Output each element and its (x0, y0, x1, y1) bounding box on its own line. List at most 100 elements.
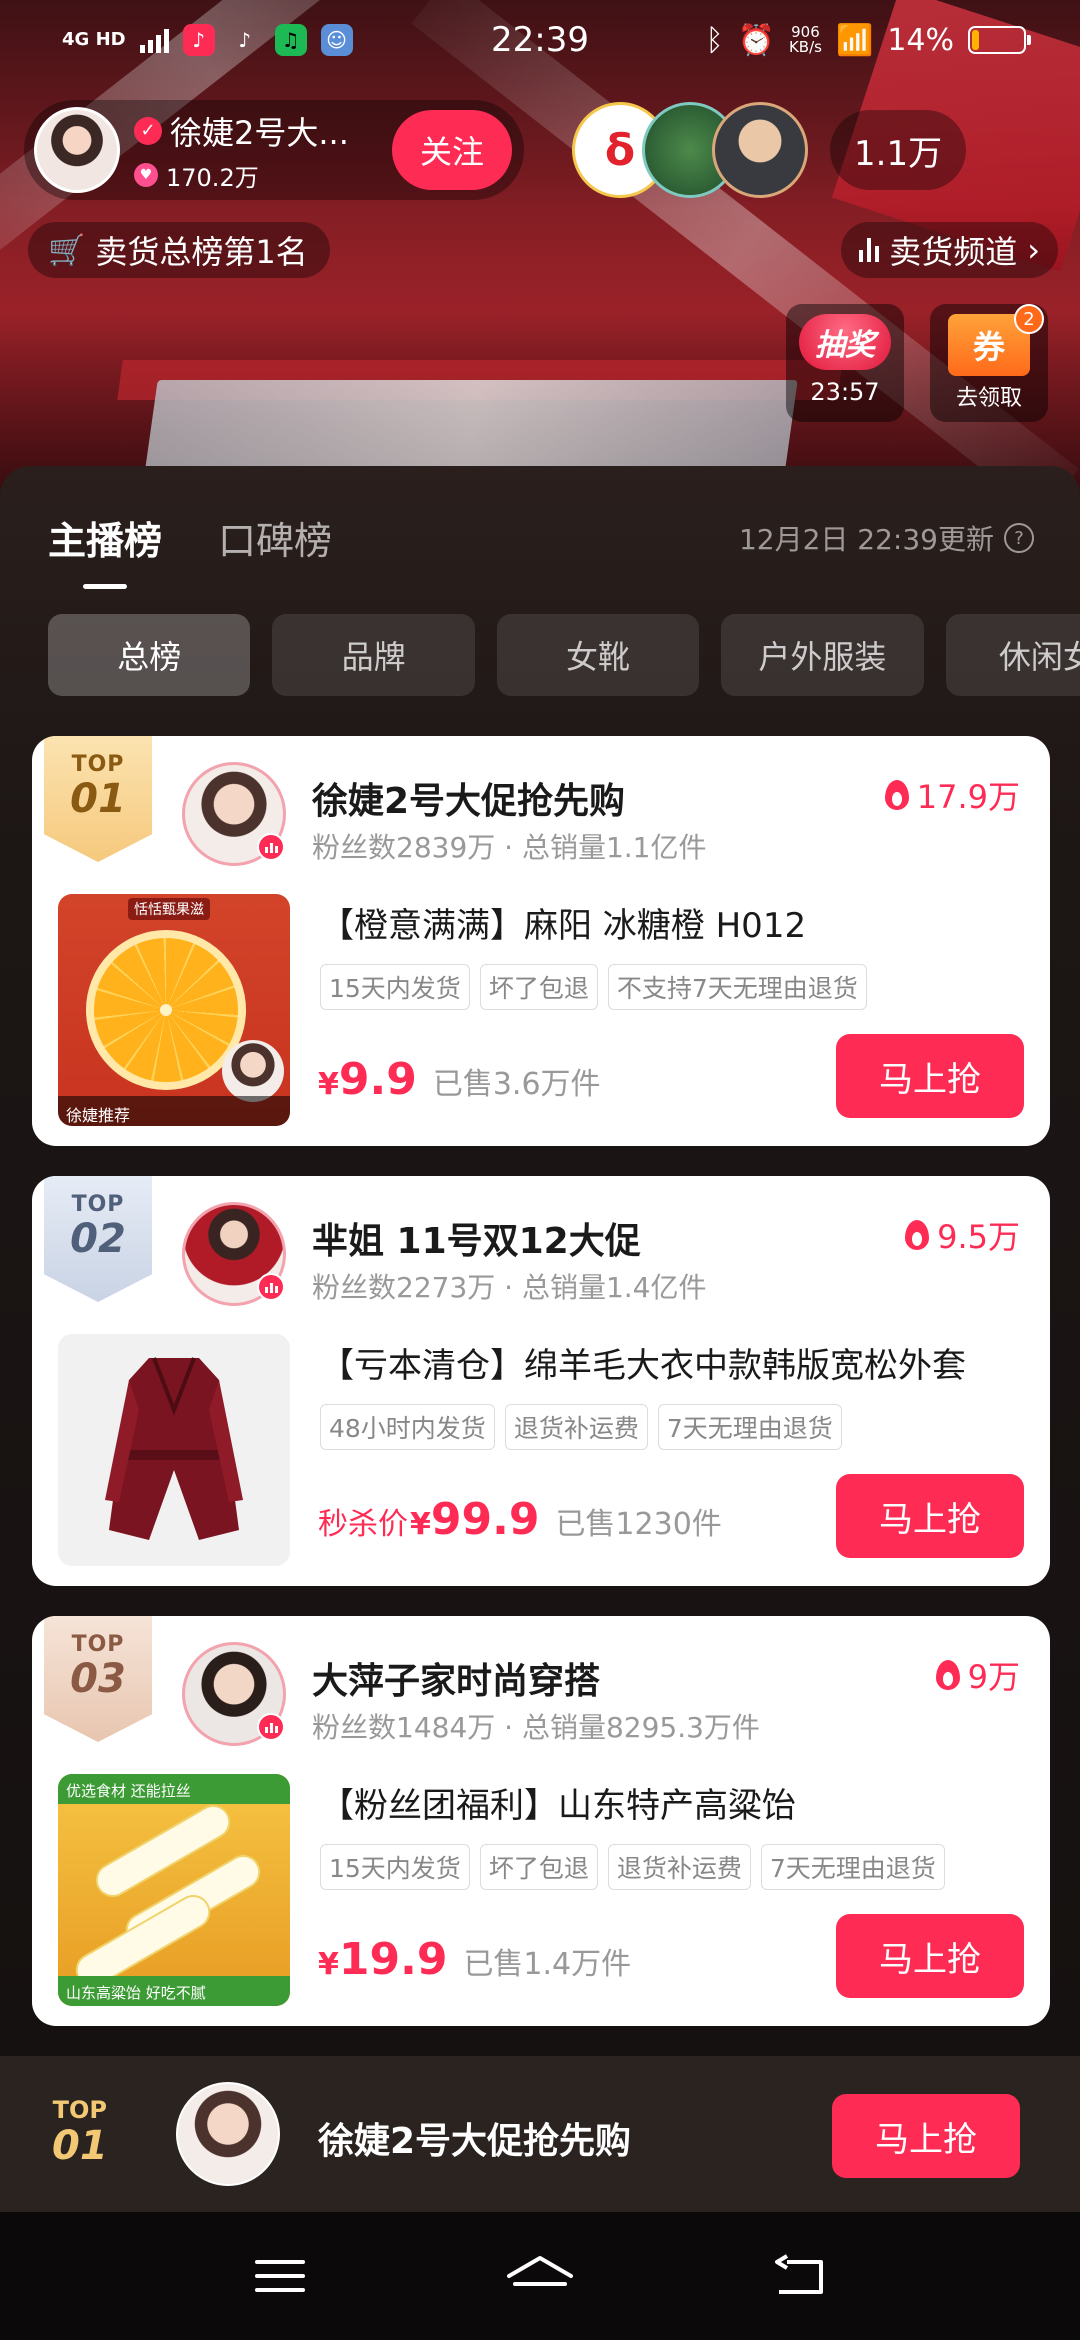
menu-icon[interactable] (240, 2246, 320, 2306)
current-rank-badge: TOP 01 (52, 2096, 108, 2169)
rank-card-2[interactable]: TOP 02 芈姐 11号双12大促 粉丝数2273万 · 总销量1.4亿件 9… (32, 1176, 1050, 1586)
streamer-info-pill[interactable]: ✓ 徐婕2号大... ♥ 170.2万 关注 (24, 100, 524, 200)
streamer-avatar[interactable] (182, 1642, 286, 1746)
product-image-label: 徐婕推荐 (58, 1096, 290, 1126)
buy-now-button[interactable]: 马上抢 (836, 1914, 1024, 1998)
help-icon[interactable]: ? (1004, 523, 1034, 553)
category-brand[interactable]: 品牌 (272, 614, 475, 696)
streamer-stats: 粉丝数2273万 · 总销量1.4亿件 (312, 1271, 707, 1304)
bluetooth-icon: ᛒ (705, 22, 724, 58)
tab-reputation-rank[interactable]: 口碑榜 (218, 510, 332, 565)
sold-count: 已售1230件 (555, 1507, 722, 1542)
buy-now-button[interactable]: 马上抢 (836, 1034, 1024, 1118)
status-bar: 4G HD ♪ ♪ ♫ ☺ 22:39 ᛒ ⏰ 906 KB/s 📶 14% (0, 0, 1080, 80)
buy-now-button[interactable]: 马上抢 (832, 2094, 1020, 2178)
coupon-label: 去领取 (955, 386, 1022, 411)
streamer-stats: 粉丝数2839万 · 总销量1.1亿件 (312, 831, 707, 864)
lottery-icon: 抽奖 (799, 314, 891, 370)
coat-icon (105, 1357, 243, 1540)
streamer-avatar[interactable] (182, 1202, 286, 1306)
category-all[interactable]: 总榜 (48, 614, 251, 696)
heat-score: 9万 (935, 1652, 1020, 1698)
product-tags: 15天内发货 坏了包退 退货补运费 7天无理由退货 (320, 1844, 945, 1890)
buy-now-button[interactable]: 马上抢 (836, 1474, 1024, 1558)
product-image-label: 恬恬甄果滋 (128, 898, 210, 920)
ranking-panel: 主播榜 口碑榜 12月2日 22:39更新 ? 总榜 品牌 女靴 户外服装 休闲… (0, 466, 1080, 2056)
price-row: ¥ 19.9 已售1.4万件 (318, 1934, 632, 1985)
live-indicator-icon (257, 1273, 285, 1301)
product-tags: 15天内发货 坏了包退 不支持7天无理由退货 (320, 964, 867, 1010)
battery-icon (968, 26, 1031, 54)
home-icon[interactable] (500, 2246, 580, 2306)
product-image-label: 优选食材 还能拉丝 (58, 1774, 290, 1804)
price: 9.9 (338, 1054, 417, 1105)
price: 99.9 (430, 1494, 540, 1545)
bar-chart-icon (859, 238, 880, 262)
rank-badge: TOP 03 (44, 1616, 152, 1742)
product-image[interactable]: 恬恬甄果滋 徐婕推荐 (58, 894, 290, 1126)
cart-icon: 🛒 (48, 232, 86, 268)
viewer-avatar[interactable] (712, 102, 808, 198)
viewer-count[interactable]: 1.1万 (830, 110, 967, 190)
product-tag: 不支持7天无理由退货 (607, 964, 867, 1010)
back-icon[interactable] (760, 2246, 840, 2306)
price: 19.9 (338, 1934, 448, 1985)
product-image-label: 山东高粱饴 好吃不腻 (58, 1976, 290, 2006)
signal-icon (139, 27, 169, 53)
rank-card-1[interactable]: TOP 01 徐婕2号大促抢先购 粉丝数2839万 · 总销量1.1亿件 17.… (32, 736, 1050, 1146)
heat-score: 9.5万 (905, 1212, 1020, 1258)
viewer-group[interactable]: δ 1.1万 (572, 100, 967, 200)
current-streamer-title: 徐婕2号大促抢先购 (318, 2121, 632, 2162)
product-tag: 48小时内发货 (320, 1404, 495, 1450)
coupon-widget[interactable]: 券 去领取 2 (930, 304, 1048, 422)
product-tag: 15天内发货 (320, 1844, 470, 1890)
ranking-tabs: 主播榜 口碑榜 (48, 510, 332, 565)
product-title[interactable]: 【亏本清仓】绵羊毛大衣中款韩版宽松外套 (320, 1338, 966, 1387)
network-type: 4G HD (62, 29, 126, 50)
flame-icon (884, 780, 909, 810)
product-tag: 坏了包退 (479, 1844, 598, 1890)
game-app-icon: ☺ (320, 24, 353, 56)
wifi-icon: 📶 (835, 22, 874, 58)
streamer-title[interactable]: 大萍子家时尚穿搭 (312, 1652, 600, 1704)
product-image[interactable]: 优选食材 还能拉丝 山东高粱饴 好吃不腻 (58, 1774, 290, 2006)
coupon-count-badge: 2 (1014, 304, 1044, 334)
price-row: ¥ 9.9 已售3.6万件 (318, 1054, 601, 1105)
chevron-right-icon: › (1027, 231, 1040, 269)
rank-badge: TOP 02 (44, 1176, 152, 1302)
streamer-avatar[interactable] (182, 762, 286, 866)
net-speed: 906 KB/s (788, 23, 822, 56)
follow-button[interactable]: 关注 (392, 110, 512, 190)
streamer-name: 徐婕2号大... (170, 113, 349, 152)
alarm-icon: ⏰ (737, 22, 775, 58)
product-tag: 退货补运费 (504, 1404, 648, 1450)
streamer-avatar[interactable] (34, 107, 120, 193)
product-tag: 7天无理由退货 (760, 1844, 945, 1890)
heat-score: 17.9万 (884, 772, 1020, 818)
streamer-avatar[interactable] (176, 2082, 280, 2186)
battery-percent: 14% (887, 22, 954, 58)
category-casual-women[interactable]: 休闲女 (945, 614, 1080, 696)
verified-icon: ✓ (134, 116, 162, 145)
sold-count: 已售1.4万件 (463, 1947, 632, 1982)
current-rank-bar[interactable]: TOP 01 徐婕2号大促抢先购 马上抢 (0, 2056, 1080, 2212)
rank-card-3[interactable]: TOP 03 大萍子家时尚穿搭 粉丝数1484万 · 总销量8295.3万件 9… (32, 1616, 1050, 2026)
product-title[interactable]: 【橙意满满】麻阳 冰糖橙 H012 (320, 898, 806, 947)
product-tag: 坏了包退 (479, 964, 598, 1010)
tab-streamer-rank[interactable]: 主播榜 (48, 510, 162, 565)
category-outdoor-clothing[interactable]: 户外服装 (721, 614, 924, 696)
product-tag: 15天内发货 (320, 964, 470, 1010)
streamer-title[interactable]: 芈姐 11号双12大促 (312, 1212, 641, 1264)
streamer-title[interactable]: 徐婕2号大促抢先购 (312, 772, 625, 824)
category-women-boots[interactable]: 女靴 (496, 614, 700, 696)
app-notification-icon: ♪ (182, 24, 215, 56)
product-tags: 48小时内发货 退货补运费 7天无理由退货 (320, 1404, 842, 1450)
rank-badge: TOP 01 (44, 736, 152, 862)
system-nav-bar (0, 2212, 1080, 2340)
product-image[interactable] (58, 1334, 290, 1566)
lottery-widget[interactable]: 抽奖 23:57 (786, 304, 904, 422)
product-title[interactable]: 【粉丝团福利】山东特产高粱饴 (320, 1778, 796, 1827)
sales-rank-pill[interactable]: 🛒 卖货总榜第1名 (28, 222, 330, 278)
sales-channel-link[interactable]: 卖货频道 › (841, 222, 1058, 278)
likes-count: 170.2万 (166, 163, 259, 192)
